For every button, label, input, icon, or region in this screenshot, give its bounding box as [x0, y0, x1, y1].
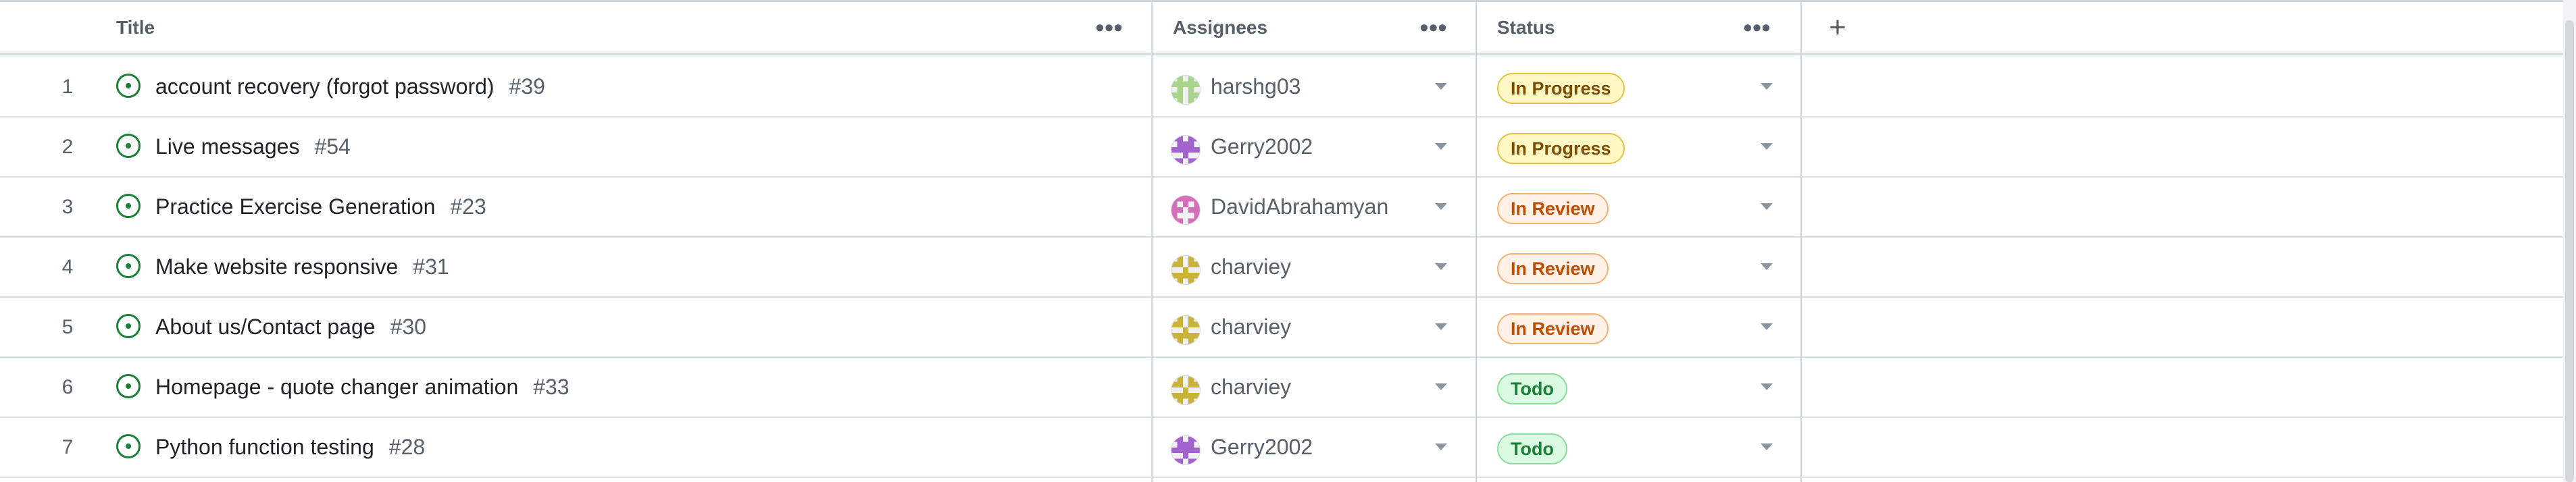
issue-number: #28 — [388, 435, 426, 459]
status-badge[interactable]: In Review — [1497, 313, 1609, 344]
table-header: Title ••• Assignees ••• Status ••• + — [0, 0, 2563, 55]
issue-number: #54 — [314, 134, 351, 159]
status-badge[interactable]: In Progress — [1497, 73, 1625, 104]
gerry2002-avatar — [1171, 135, 1201, 165]
status-dropdown-chevron-down-icon[interactable] — [1761, 323, 1773, 330]
open-issue-icon — [116, 374, 141, 398]
assignee-dropdown-chevron-down-icon[interactable] — [1435, 263, 1447, 270]
column-header-status[interactable]: Status — [1497, 2, 1555, 53]
harshg03-avatar — [1171, 75, 1201, 105]
issue-number: #31 — [413, 255, 449, 279]
issue-title[interactable]: Practice Exercise Generation #23 — [155, 178, 486, 236]
title-column-menu-icon[interactable]: ••• — [1092, 2, 1126, 53]
assignee-name[interactable]: harshg03 — [1211, 57, 1300, 116]
issue-number: #33 — [533, 375, 570, 399]
issue-number: #39 — [509, 74, 545, 99]
issue-title-text[interactable]: Practice Exercise Generation — [155, 194, 435, 219]
assignee-name[interactable]: Gerry2002 — [1211, 117, 1313, 176]
row-number: 2 — [61, 135, 74, 158]
add-column-icon[interactable]: + — [1821, 2, 1854, 53]
issue-title-text[interactable]: Live messages — [155, 134, 299, 159]
open-issue-icon — [116, 434, 141, 458]
assignee-dropdown-chevron-down-icon[interactable] — [1435, 323, 1447, 330]
status-badge[interactable]: Todo — [1497, 373, 1567, 404]
row-number: 7 — [61, 435, 74, 458]
open-issue-icon — [116, 74, 141, 98]
issue-title-text[interactable]: About us/Contact page — [155, 315, 376, 340]
issue-title[interactable]: Homepage - quote changer animation #33 — [155, 358, 570, 417]
assignees-column-menu-icon[interactable]: ••• — [1417, 2, 1450, 53]
status-column-menu-icon[interactable]: ••• — [1740, 2, 1774, 53]
issue-title-text[interactable]: account recovery (forgot password) — [155, 74, 495, 99]
open-issue-icon — [116, 194, 141, 218]
status-dropdown-chevron-down-icon[interactable] — [1761, 203, 1773, 210]
table-row[interactable]: 5 About us/Contact page #30 charviey In … — [0, 298, 2563, 358]
issue-title[interactable]: Python function testing #28 — [155, 418, 425, 477]
table-row[interactable]: 6 Homepage - quote changer animation #33… — [0, 358, 2563, 418]
charviey-avatar — [1171, 255, 1201, 285]
issue-title-text[interactable]: Make website responsive — [155, 255, 398, 279]
project-table: Title ••• Assignees ••• Status ••• + 1 a… — [0, 0, 2576, 482]
open-issue-icon — [116, 314, 141, 338]
assignee-name[interactable]: Gerry2002 — [1211, 418, 1313, 477]
assignee-name[interactable]: charviey — [1211, 298, 1291, 356]
row-number: 5 — [61, 315, 74, 338]
assignee-dropdown-chevron-down-icon[interactable] — [1435, 383, 1447, 390]
issue-number: #30 — [390, 315, 426, 339]
row-number: 6 — [61, 375, 74, 398]
table-row[interactable]: 3 Practice Exercise Generation #23 David… — [0, 178, 2563, 238]
open-issue-icon — [116, 254, 141, 278]
status-dropdown-chevron-down-icon[interactable] — [1761, 383, 1773, 390]
davidabrahamyan-avatar — [1171, 195, 1201, 225]
status-badge[interactable]: In Progress — [1497, 133, 1625, 164]
issue-title[interactable]: About us/Contact page #30 — [155, 298, 426, 356]
status-dropdown-chevron-down-icon[interactable] — [1761, 444, 1773, 450]
table-row[interactable]: 2 Live messages #54 Gerry2002 In Progres… — [0, 117, 2563, 178]
table-row[interactable]: 4 Make website responsive #31 charviey I… — [0, 238, 2563, 298]
table-row[interactable]: 1 account recovery (forgot password) #39… — [0, 57, 2563, 117]
issue-title[interactable]: Make website responsive #31 — [155, 238, 449, 296]
assignee-dropdown-chevron-down-icon[interactable] — [1435, 143, 1447, 150]
status-dropdown-chevron-down-icon[interactable] — [1761, 263, 1773, 270]
row-number: 3 — [61, 195, 74, 218]
vertical-scrollbar-thumb[interactable] — [2565, 20, 2574, 482]
assignee-dropdown-chevron-down-icon[interactable] — [1435, 444, 1447, 450]
assignee-dropdown-chevron-down-icon[interactable] — [1435, 83, 1447, 90]
column-header-title-label: Title — [116, 16, 155, 38]
row-number: 4 — [61, 255, 74, 278]
status-badge[interactable]: Todo — [1497, 433, 1567, 464]
column-divider[interactable] — [1151, 0, 1153, 482]
charviey-avatar — [1171, 375, 1201, 405]
column-header-assignees[interactable]: Assignees — [1173, 2, 1267, 53]
issue-title-text[interactable]: Homepage - quote changer animation — [155, 375, 518, 400]
issue-title[interactable]: account recovery (forgot password) #39 — [155, 57, 545, 116]
assignee-name[interactable]: charviey — [1211, 238, 1291, 296]
status-dropdown-chevron-down-icon[interactable] — [1761, 143, 1773, 150]
status-badge[interactable]: In Review — [1497, 253, 1609, 284]
issue-title[interactable]: Live messages #54 — [155, 117, 351, 176]
column-divider[interactable] — [1800, 0, 1802, 482]
status-badge[interactable]: In Review — [1497, 193, 1609, 224]
table-row[interactable]: 7 Python function testing #28 Gerry2002 … — [0, 418, 2563, 478]
status-dropdown-chevron-down-icon[interactable] — [1761, 83, 1773, 90]
open-issue-icon — [116, 134, 141, 158]
column-header-status-label: Status — [1497, 16, 1555, 38]
assignee-dropdown-chevron-down-icon[interactable] — [1435, 203, 1447, 210]
assignee-name[interactable]: DavidAbrahamyan — [1211, 178, 1388, 236]
issue-title-text[interactable]: Python function testing — [155, 435, 374, 460]
gerry2002-avatar — [1171, 435, 1201, 465]
column-header-title[interactable]: Title — [116, 2, 155, 53]
row-number: 1 — [61, 75, 74, 98]
column-divider[interactable] — [1475, 0, 1477, 482]
issue-number: #23 — [450, 194, 486, 219]
column-header-assignees-label: Assignees — [1173, 16, 1268, 38]
charviey-avatar — [1171, 315, 1201, 345]
assignee-name[interactable]: charviey — [1211, 358, 1291, 417]
